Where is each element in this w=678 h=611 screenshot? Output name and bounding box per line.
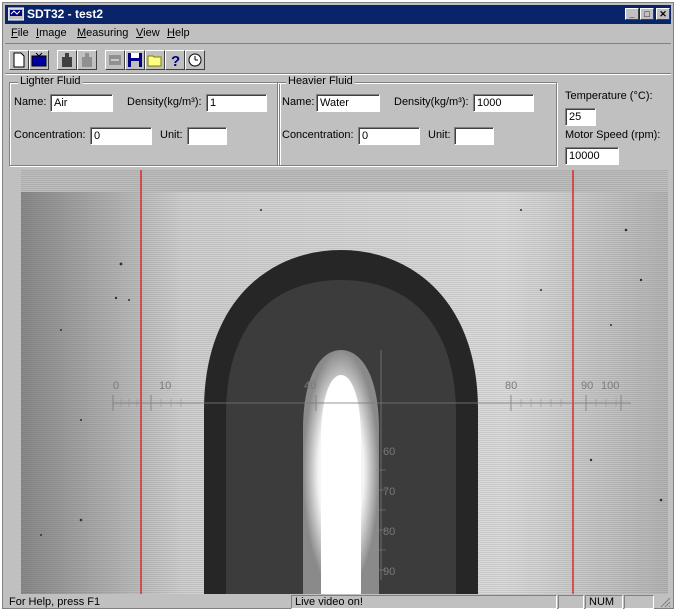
status-pane-empty-2 <box>624 595 654 609</box>
scale-label-80: 80 <box>505 380 517 392</box>
save-button[interactable] <box>125 50 145 70</box>
clock-icon <box>188 53 202 67</box>
heavier-unit-label: Unit: <box>428 129 451 141</box>
live-video-view[interactable]: 0 10 40 80 90 100 60 70 80 90 <box>21 170 668 594</box>
resize-grip-icon[interactable] <box>655 595 671 609</box>
temperature-input[interactable]: 25 <box>565 108 596 126</box>
motor-speed-input[interactable]: 10000 <box>565 147 619 165</box>
timer-button[interactable] <box>185 50 205 70</box>
scale-label-v60: 60 <box>383 446 395 458</box>
open-button[interactable] <box>145 50 165 70</box>
lighter-fluid-group: Lighter Fluid Name: Air Density(kg/m³): … <box>9 75 280 166</box>
measure-disabled-button[interactable] <box>77 50 97 70</box>
lighter-concentration-input[interactable]: 0 <box>90 127 152 145</box>
bottle-icon <box>62 53 72 67</box>
scale-label-90: 90 <box>581 380 593 392</box>
scale-label-10: 10 <box>159 380 171 392</box>
app-icon[interactable] <box>7 7 25 21</box>
scale-label-100: 100 <box>601 380 619 392</box>
title-bar[interactable]: SDT32 - test2 _ □ ✕ <box>5 5 671 24</box>
export-icon <box>109 55 121 65</box>
folder-open-icon <box>147 55 162 67</box>
lighter-fluid-legend: Lighter Fluid <box>18 75 83 87</box>
measure-button[interactable] <box>57 50 77 70</box>
lighter-concentration-label: Concentration: <box>14 129 86 141</box>
tv-icon <box>31 52 47 67</box>
heavier-name-label: Name: <box>282 96 315 108</box>
new-document-button[interactable] <box>9 50 29 70</box>
drop-image: 0 10 40 80 90 100 60 70 80 90 <box>21 170 668 594</box>
app-window: SDT32 - test2 _ □ ✕ File Image Measuring… <box>2 2 674 609</box>
maximize-button[interactable]: □ <box>640 8 654 20</box>
export-button[interactable] <box>105 50 125 70</box>
heavier-unit-input[interactable] <box>454 127 494 145</box>
lighter-unit-input[interactable] <box>187 127 227 145</box>
status-pane-empty-1 <box>558 595 584 609</box>
scale-label-40: 40 <box>304 380 316 392</box>
heavier-density-input[interactable]: 1000 <box>473 94 534 112</box>
tv-capture-button[interactable] <box>29 50 49 70</box>
lighter-unit-label: Unit: <box>160 129 183 141</box>
menu-view[interactable]: View <box>136 27 160 39</box>
lighter-name-input[interactable]: Air <box>50 94 113 112</box>
minimize-button[interactable]: _ <box>625 8 639 20</box>
status-num-lock: NUM <box>585 595 623 609</box>
window-title: SDT32 - test2 <box>27 7 104 21</box>
bottle-gray-icon <box>82 53 92 67</box>
lighter-density-input[interactable]: 1 <box>206 94 267 112</box>
heavier-density-label: Density(kg/m³): <box>394 96 469 108</box>
lighter-name-label: Name: <box>14 96 47 108</box>
fluid-parameters-panel: Lighter Fluid Name: Air Density(kg/m³): … <box>5 73 671 169</box>
heavier-fluid-legend: Heavier Fluid <box>286 75 355 87</box>
close-button[interactable]: ✕ <box>656 8 670 20</box>
heavier-fluid-group: Heavier Fluid Name: Water Density(kg/m³)… <box>277 75 557 166</box>
toolbar: ? <box>5 43 671 75</box>
menu-image[interactable]: Image <box>36 27 67 39</box>
floppy-icon <box>128 53 142 67</box>
menu-file[interactable]: File <box>11 27 29 39</box>
status-help-text: For Help, press F1 <box>9 596 101 608</box>
lighter-density-label: Density(kg/m³): <box>127 96 202 108</box>
help-question-icon: ? <box>171 53 180 68</box>
help-button[interactable]: ? <box>165 50 185 70</box>
new-document-icon <box>13 52 25 68</box>
scale-label-v70: 70 <box>383 486 395 498</box>
scale-label-v80: 80 <box>383 526 395 538</box>
status-live-video: Live video on! <box>291 595 557 609</box>
heavier-concentration-label: Concentration: <box>282 129 354 141</box>
status-bar: For Help, press F1 Live video on! NUM <box>5 594 671 610</box>
heavier-name-input[interactable]: Water <box>316 94 380 112</box>
menu-measuring[interactable]: Measuring <box>77 27 128 39</box>
scale-label-0: 0 <box>113 380 119 392</box>
motor-speed-label: Motor Speed (rpm): <box>565 129 661 141</box>
left-border-strip <box>7 170 21 594</box>
menu-bar: File Image Measuring View Help <box>5 25 671 43</box>
menu-help[interactable]: Help <box>167 27 190 39</box>
temperature-label: Temperature (°C): <box>565 90 653 102</box>
heavier-concentration-input[interactable]: 0 <box>358 127 420 145</box>
scale-label-v90: 90 <box>383 566 395 578</box>
svg-text:?: ? <box>171 53 180 68</box>
